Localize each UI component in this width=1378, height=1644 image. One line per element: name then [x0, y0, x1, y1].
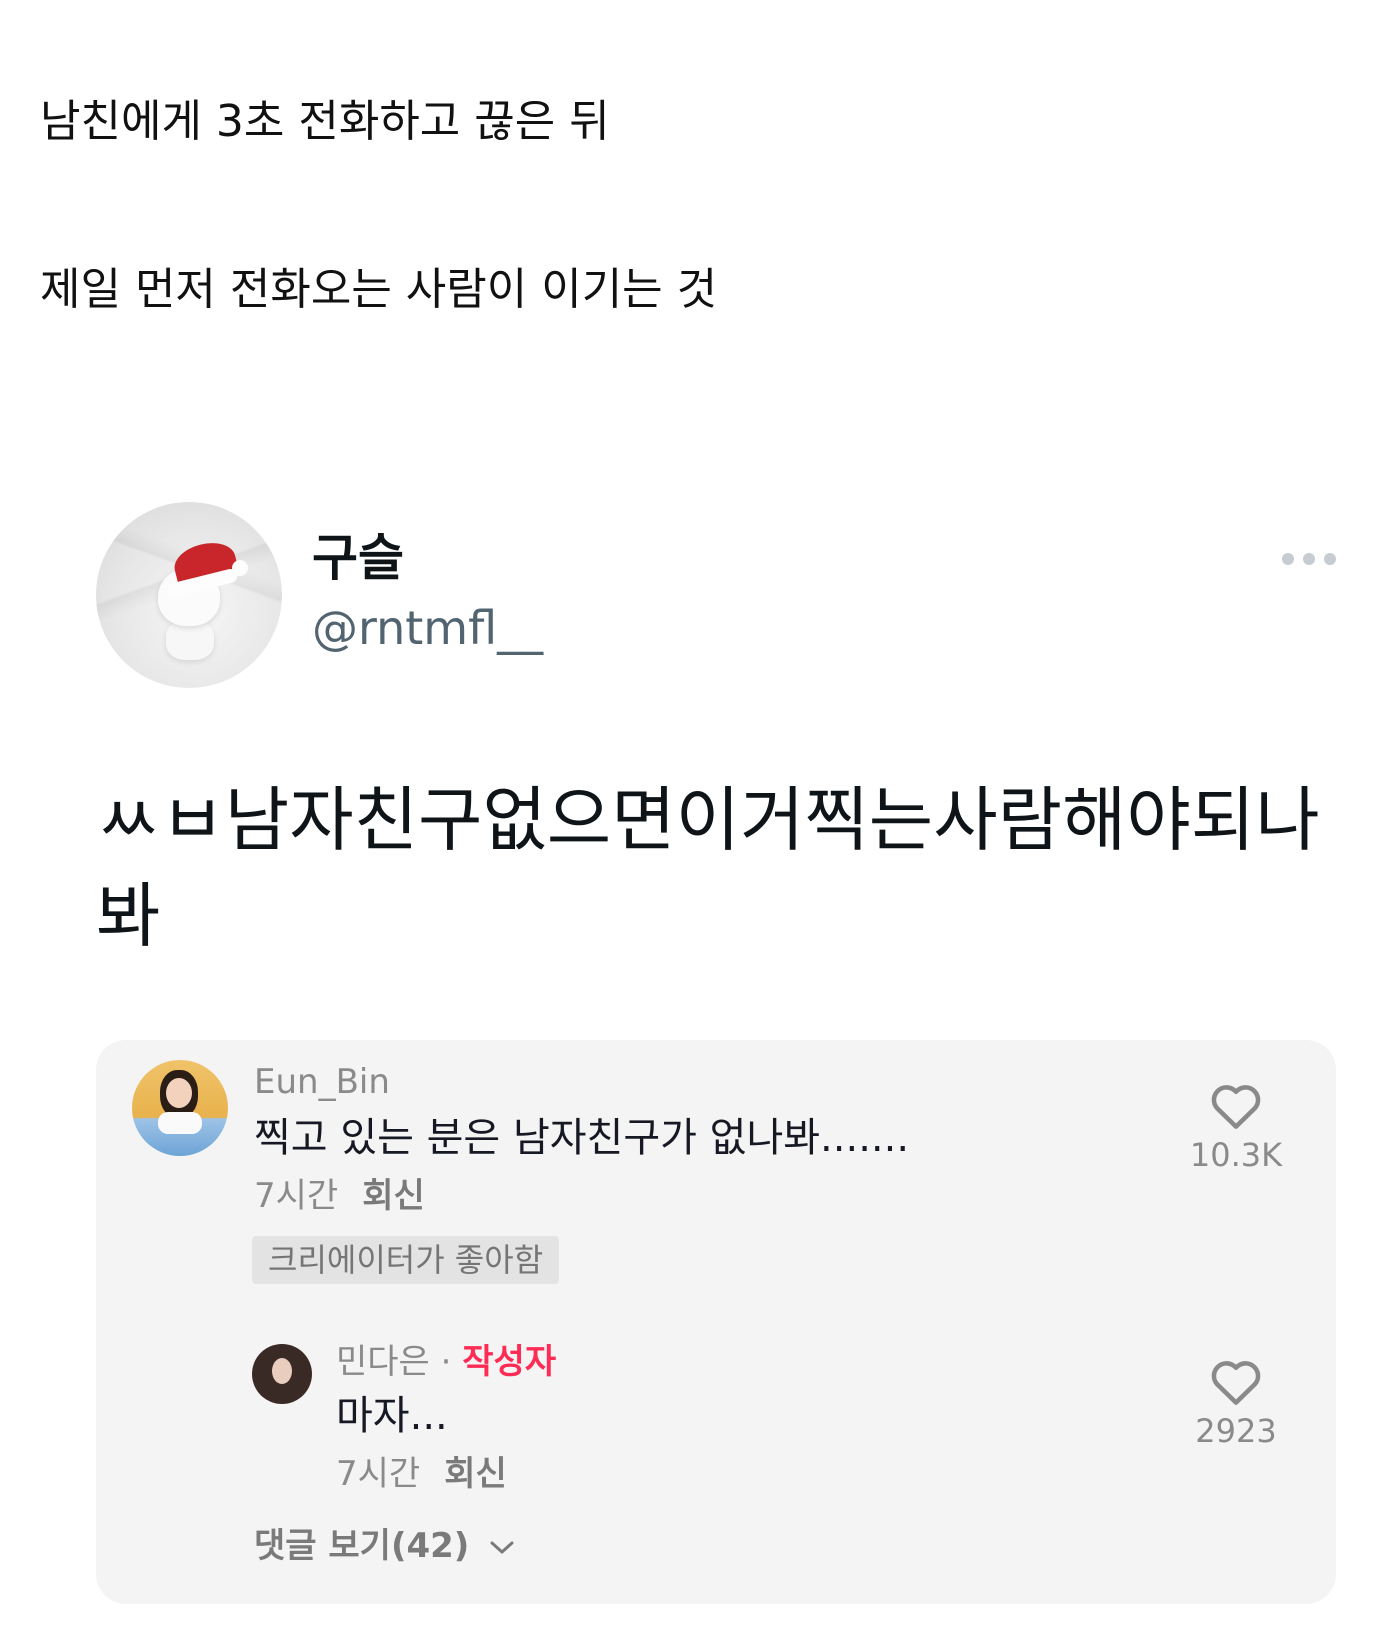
reply-text: 마자...	[336, 1393, 448, 1439]
more-horizontal-icon[interactable]	[1282, 548, 1336, 570]
comment-time: 7시간	[254, 1176, 339, 1216]
avatar-face	[272, 1358, 292, 1384]
avatar-santa-hat-pom	[232, 560, 248, 576]
comment-meta: 7시간 회신	[254, 1174, 425, 1218]
separator-dot: ·	[429, 1342, 463, 1382]
avatar-shirt	[158, 1112, 202, 1134]
heart-icon	[1211, 1085, 1261, 1129]
reply-username-line: 민다은 · 작성자	[336, 1340, 556, 1384]
intro-line-1: 남친에게 3초 전화하고 끊은 뒤	[40, 96, 610, 147]
like-count: 2923	[1195, 1412, 1277, 1450]
tweet-handle[interactable]: @rntmfl__	[312, 600, 543, 656]
like-button[interactable]: 2923	[1176, 1356, 1296, 1452]
more-dot	[1282, 553, 1294, 565]
chevron-down-icon	[490, 1541, 514, 1553]
reply-time: 7시간	[336, 1454, 421, 1494]
tweet-avatar[interactable]	[96, 502, 282, 688]
reply-avatar[interactable]	[252, 1344, 312, 1404]
like-count: 10.3K	[1189, 1136, 1283, 1174]
avatar-face	[166, 1078, 192, 1108]
like-button[interactable]: 10.3K	[1176, 1080, 1296, 1176]
comment-avatar[interactable]	[132, 1060, 228, 1156]
comment-text: 찍고 있는 분은 남자친구가 없나봐.......	[254, 1115, 910, 1161]
more-dot	[1303, 553, 1315, 565]
reply-button[interactable]: 회신	[444, 1454, 507, 1494]
author-tag: 작성자	[462, 1342, 557, 1382]
heart-icon	[1211, 1361, 1261, 1405]
view-replies-button[interactable]: 댓글 보기(42)	[254, 1524, 515, 1568]
reply-meta: 7시간 회신	[336, 1452, 507, 1496]
tweet-text: ㅆㅂ남자친구없으면이거찍는사람해야되나봐	[96, 779, 1320, 957]
reply-button[interactable]: 회신	[362, 1176, 425, 1216]
more-dot	[1324, 553, 1336, 565]
reply-username[interactable]: 민다은	[336, 1342, 430, 1382]
avatar-plush-body	[166, 620, 214, 660]
tweet-display-name[interactable]: 구슬	[312, 528, 404, 588]
intro-line-2: 제일 먼저 전화오는 사람이 이기는 것	[40, 264, 718, 315]
view-replies-label: 댓글 보기(42)	[254, 1526, 470, 1566]
comment-screenshot-panel: Eun_Bin 찍고 있는 분은 남자친구가 없나봐....... 7시간 회신 …	[96, 1040, 1336, 1604]
comment-username[interactable]: Eun_Bin	[254, 1060, 390, 1104]
creator-liked-badge: 크리에이터가 좋아함	[252, 1236, 560, 1284]
